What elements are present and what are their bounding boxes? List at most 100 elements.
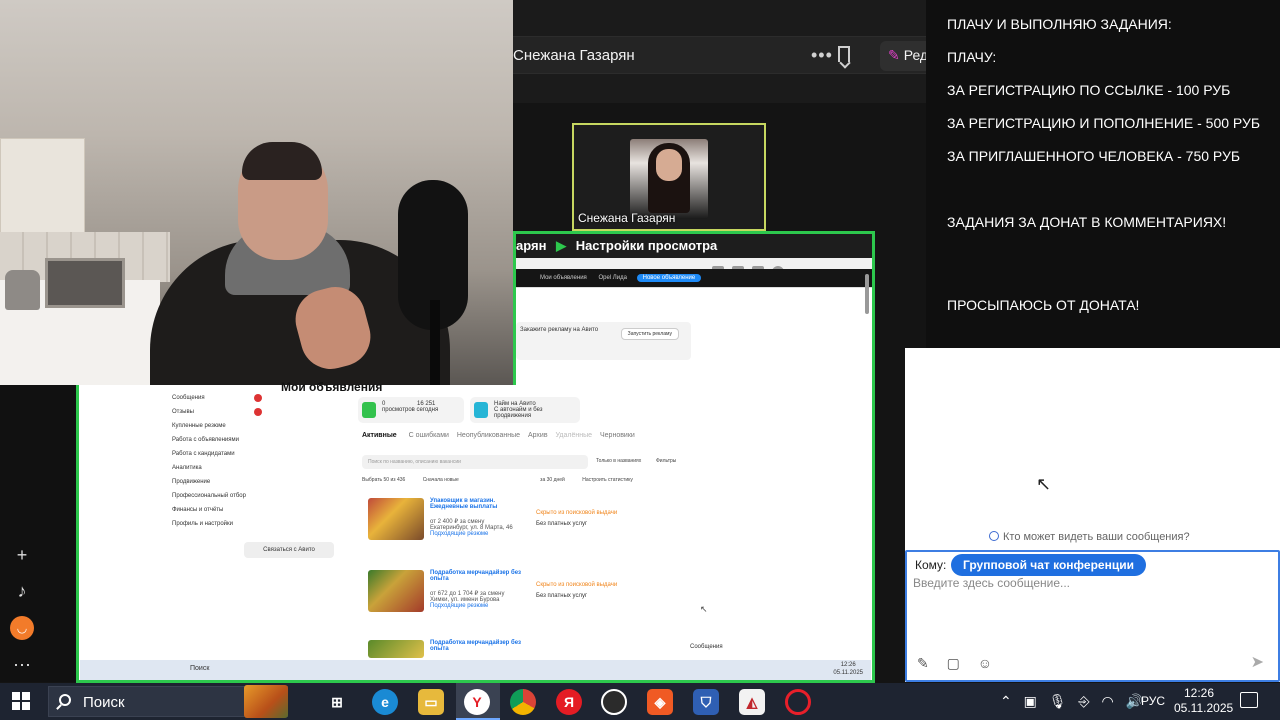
cursor-icon: ↖ bbox=[700, 604, 708, 614]
tiktok-icon[interactable]: ♪ bbox=[10, 579, 34, 603]
ad-title[interactable]: Подработка мерчандайзер без опыта bbox=[430, 640, 530, 652]
yandex-icon[interactable]: Y bbox=[464, 689, 490, 715]
usb-icon[interactable]: ⎆ bbox=[1078, 693, 1089, 709]
header-item[interactable]: Мои объявления bbox=[540, 275, 587, 281]
taskbar-search-label: Поиск bbox=[83, 694, 125, 711]
message-input[interactable] bbox=[913, 576, 1268, 646]
overlay-line: ПЛАЧУ И ВЫПОЛНЯЮ ЗАДАНИЯ: bbox=[947, 16, 1172, 32]
system-tray: ⌃ ▣ 🎙 ⎆ ◠ 🔊 bbox=[1000, 693, 1151, 710]
shield-icon[interactable]: ⛉ bbox=[693, 689, 719, 715]
explorer-icon[interactable]: ▭ bbox=[418, 689, 444, 715]
overlay-line: ЗА ПРИГЛАШЕННОГО ЧЕЛОВЕКА - 750 РУБ bbox=[947, 148, 1241, 164]
avito-header: Мои объявления Opel Лида Новое объявлени… bbox=[516, 269, 872, 287]
nav-item[interactable]: Сообщения bbox=[172, 391, 262, 405]
ad-note[interactable]: Подходящие резюме bbox=[430, 531, 530, 537]
chat-tools: ✎ ▢ ☺ bbox=[917, 655, 1006, 672]
ad-item[interactable]: Упаковщик в магазин. Ежедневные выплаты … bbox=[368, 498, 688, 562]
header-item[interactable]: Opel Лида bbox=[598, 275, 626, 281]
brave-icon[interactable]: ◈ bbox=[647, 689, 673, 715]
sort-select[interactable]: Сначала новые bbox=[423, 477, 459, 483]
more-dots-icon[interactable]: ⋯ bbox=[10, 653, 34, 677]
nav-item-label: Сообщения bbox=[172, 395, 205, 401]
wifi-icon[interactable]: ◠ bbox=[1102, 693, 1114, 709]
recipient-chip[interactable]: Групповой чат конференции bbox=[951, 554, 1146, 576]
file-icon[interactable]: ▢ bbox=[947, 655, 960, 671]
shared-date: 05.11.2025 bbox=[833, 670, 863, 676]
avito-left-nav: Сообщения Отзывы Купленные резюме Работа… bbox=[172, 390, 262, 531]
nav-item[interactable]: Работа с кандидатами bbox=[172, 447, 262, 461]
format-icon[interactable]: ✎ bbox=[917, 655, 929, 671]
ad-price: от 672 до 1 704 ₽ за смену bbox=[430, 591, 505, 597]
nav-item[interactable]: Купленные резюме bbox=[172, 419, 262, 433]
add-icon[interactable]: + bbox=[10, 543, 34, 567]
opera-icon[interactable] bbox=[785, 689, 811, 715]
nav-item[interactable]: Продвижение bbox=[172, 475, 262, 489]
more-options-icon[interactable]: ••• bbox=[811, 45, 833, 66]
select-all-checkbox[interactable]: Выбрать 50 из 436 bbox=[362, 477, 405, 483]
nav-item[interactable]: Профессиональный отбор bbox=[172, 489, 262, 503]
chevron-up-icon[interactable]: ⌃ bbox=[1000, 693, 1012, 709]
tab-active[interactable]: Активные bbox=[362, 432, 397, 439]
tab-unpublished[interactable]: Неопубликованные bbox=[457, 432, 520, 439]
promo-button[interactable]: Запустить рекламу bbox=[620, 328, 679, 340]
overlay-line: ПРОСЫПАЮСЬ ОТ ДОНАТА! bbox=[947, 297, 1140, 313]
ad-thumbnail bbox=[368, 640, 424, 658]
who-can-see-link[interactable]: Кто может видеть ваши сообщения? bbox=[989, 531, 1190, 543]
participant-tile[interactable]: Снежана Газарян bbox=[572, 123, 766, 231]
stats-settings-button[interactable]: Настроить статистику bbox=[582, 477, 633, 483]
messages-chip[interactable]: Сообщения bbox=[690, 644, 723, 650]
ads-search-input[interactable]: Поиск по названию, описанию вакансии bbox=[362, 455, 588, 469]
nav-item[interactable]: Отзывы bbox=[172, 405, 262, 419]
tab-deleted[interactable]: Удалённые bbox=[556, 432, 593, 439]
task-view-icon[interactable]: ⊞ bbox=[324, 689, 350, 715]
language-indicator[interactable]: РУС bbox=[1141, 694, 1165, 708]
overlay-line: ЗА РЕГИСТРАЦИЮ ПО ССЫЛКЕ - 100 РУБ bbox=[947, 82, 1231, 98]
app-icon[interactable]: ◡ bbox=[10, 616, 34, 640]
nav-item[interactable]: Финансы и отчёты bbox=[172, 503, 262, 517]
notifications-icon[interactable] bbox=[1240, 692, 1258, 708]
send-icon[interactable]: ➤ bbox=[1251, 652, 1264, 672]
ad-thumbnail bbox=[368, 498, 424, 540]
emoji-icon[interactable]: ☺ bbox=[978, 655, 992, 671]
photos-icon[interactable]: ◭ bbox=[739, 689, 765, 715]
nav-item[interactable]: Аналитика bbox=[172, 461, 262, 475]
ad-note[interactable]: Подходящие резюме bbox=[430, 603, 530, 609]
chrome-icon[interactable] bbox=[510, 689, 536, 715]
tab-errors[interactable]: С ошибками bbox=[409, 432, 449, 439]
period-select[interactable]: за 30 дней bbox=[540, 477, 565, 483]
view-settings[interactable]: Настройки просмотра bbox=[576, 238, 718, 253]
shared-search: Поиск bbox=[190, 665, 210, 672]
ad-extra: Без платных услуг bbox=[536, 593, 588, 599]
ad-title[interactable]: Упаковщик в магазин. Ежедневные выплаты bbox=[430, 498, 530, 510]
nav-item[interactable]: Профиль и настройки bbox=[172, 517, 262, 531]
contact-avito-button[interactable]: Связаться с Авито bbox=[244, 542, 334, 558]
badge bbox=[254, 394, 262, 402]
who-can-see-text: Кто может видеть ваши сообщения? bbox=[1003, 531, 1190, 543]
edge-icon[interactable]: e bbox=[372, 689, 398, 715]
ad-item[interactable]: Подработка мерчандайзер без опыта от 672… bbox=[368, 570, 688, 634]
bookmark-icon[interactable] bbox=[838, 46, 850, 62]
microphone-icon[interactable]: 🎙 bbox=[1049, 693, 1067, 709]
filters-button[interactable]: Фильтры bbox=[656, 458, 676, 464]
ad-title[interactable]: Подработка мерчандайзер без опыта bbox=[430, 570, 530, 582]
nav-item-label: Отзывы bbox=[172, 409, 194, 415]
yandex-browser-icon[interactable]: Я bbox=[556, 689, 582, 715]
clock[interactable]: 12:26 05.11.2025 bbox=[1174, 686, 1233, 716]
obs-icon[interactable] bbox=[601, 689, 627, 715]
stat-hiring[interactable]: Найм на Авито С автонайм и без продвижен… bbox=[470, 397, 580, 423]
ad-item[interactable]: Подработка мерчандайзер без опыта bbox=[368, 640, 688, 660]
microwave bbox=[45, 258, 125, 308]
only-titles-checkbox[interactable]: Только в названиях bbox=[596, 458, 641, 464]
nav-item[interactable]: Работа с объявлениями bbox=[172, 433, 262, 447]
ad-meta: от 672 до 1 704 ₽ за смену Химки, ул. им… bbox=[430, 590, 530, 609]
share-header-left: арян bbox=[516, 238, 547, 253]
windows-start-icon[interactable] bbox=[12, 692, 30, 710]
tab-drafts[interactable]: Черновики bbox=[600, 432, 635, 439]
ad-price: от 2 400 ₽ за смену bbox=[430, 519, 485, 525]
search-highlight-image[interactable] bbox=[244, 685, 288, 718]
tray-app-icon[interactable]: ▣ bbox=[1024, 693, 1037, 709]
new-ad-button[interactable]: Новое объявление bbox=[636, 274, 702, 282]
tab-archive[interactable]: Архив bbox=[528, 432, 548, 439]
scrollbar[interactable] bbox=[865, 274, 869, 314]
ad-meta: от 2 400 ₽ за смену Екатеринбург, ул. 8 … bbox=[430, 518, 530, 537]
